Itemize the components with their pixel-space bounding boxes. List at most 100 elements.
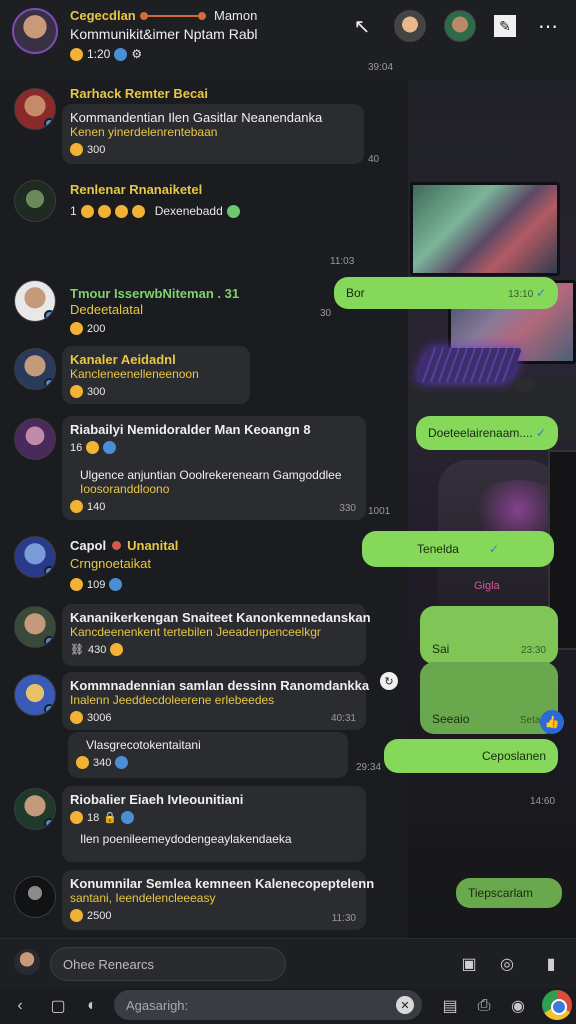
message-meta: 140 [70, 500, 358, 513]
online-status-icon [44, 818, 55, 829]
message-row: Konumnilar Semlea kemneen Kalenecopeptel… [0, 870, 400, 932]
avatar[interactable] [14, 606, 56, 648]
tabs-icon[interactable]: ▢ [46, 994, 70, 1018]
outgoing-message-bubble[interactable]: Seeaio Setan [420, 662, 558, 734]
back-arrow-icon[interactable]: ‹ [8, 994, 32, 1018]
reaction-count: 2500 [87, 909, 112, 922]
header-actions: ↖ ✎ ⋯ [348, 10, 562, 42]
reaction-row: 16 [70, 441, 358, 454]
reply-arrow-icon[interactable]: ↖ [348, 12, 376, 40]
download-icon[interactable]: ⎙ [472, 994, 496, 1018]
settings-gear-icon: ⚙ [131, 47, 143, 61]
message-time: 40 [368, 154, 380, 165]
share-icon[interactable]: ◐ [80, 994, 104, 1018]
sender-name: Renlenar Rnanaiketel [70, 182, 203, 197]
clock-icon [70, 322, 83, 335]
outgoing-message-bubble[interactable]: Doeteelairenaam.... ✓ [416, 416, 558, 450]
message-time: 14:60 [530, 796, 556, 807]
chat-header: Cegecdlan Mamon Kommunikit&imer Nptam Ra… [0, 0, 576, 80]
message-bubble[interactable]: Riabailyi Nemidoralder Man Keoangn 8 16 … [62, 416, 366, 520]
bookmark-icon[interactable]: ▤ [438, 994, 462, 1018]
link-icon: ⛓ [70, 644, 84, 656]
mic-icon[interactable]: ▮ [540, 953, 562, 975]
reaction-count: 109 [87, 578, 106, 591]
avatar[interactable] [14, 418, 56, 460]
outgoing-message-bubble[interactable]: Sai 23:30 [420, 606, 558, 664]
emoji-icon [114, 204, 128, 218]
emoji-icon [70, 143, 83, 156]
sender-name: Kanaler Aeidadnl [70, 352, 176, 367]
message-bubble[interactable]: Konumnilar Semlea kemneen Kalenecopeptel… [62, 870, 374, 930]
outgoing-message-bubble[interactable]: Tenelda ✓ [362, 531, 554, 567]
address-bar[interactable]: Agasarigh: ✕ [114, 990, 422, 1020]
message-row: Rarhack Remter Becai Kommandentian Ilen … [0, 86, 400, 166]
header-meta: 1:20 ⚙ [70, 47, 142, 61]
participant-avatar-1[interactable] [394, 10, 426, 42]
avatar[interactable] [14, 876, 56, 918]
avatar[interactable] [14, 280, 56, 322]
scene-caption: Gigla [474, 580, 500, 592]
message-bubble[interactable]: Kananikerkengan Snaiteet Kanonkemnedansk… [62, 604, 371, 666]
user-avatar[interactable] [14, 949, 40, 975]
avatar[interactable] [14, 536, 56, 578]
like-reaction-icon[interactable]: 👍 [540, 710, 564, 734]
sender-line: Capol Unanital [70, 538, 178, 553]
message-row: Riabailyi Nemidoralder Man Keoangn 8 16 … [0, 416, 400, 520]
emoji-icon [97, 204, 111, 218]
message-bubble[interactable]: Riobalier Eiaeh IvIeounitiani 18 🔒 Ilen p… [62, 786, 366, 862]
message-text: Kommandentian Ilen Gasitlar Neanendanka [70, 110, 323, 125]
gif-icon[interactable]: ◎ [496, 953, 518, 975]
emoji-icon [70, 500, 83, 513]
message-composer: Ohee Renearcs ▣ ◎ ▮ [0, 938, 576, 988]
sticker-icon[interactable]: ▣ [458, 953, 480, 975]
message-meta: 340 [76, 756, 340, 769]
message-row: Capol Unanital Crngnoetaikat 109 [0, 534, 400, 598]
message-text: Kancdeenenkent tertebilen Jeeadenpenceel… [70, 625, 321, 639]
sender-name: Kananikerkengan Snaiteet Kanonkemnedansk… [70, 610, 371, 625]
avatar[interactable] [14, 348, 56, 390]
emoji-icon [110, 643, 124, 656]
keyboard [415, 348, 523, 382]
message-input[interactable]: Ohee Renearcs [50, 947, 286, 981]
emoji-icon [103, 441, 117, 454]
sender-name: Cegecdlan [70, 8, 136, 23]
outgoing-message-bubble[interactable]: Ceposlanen [384, 739, 558, 773]
online-status-icon [44, 566, 55, 577]
message-text: Inalenn Jeeddecdoleerene erlebeedes [70, 693, 275, 707]
avatar[interactable] [14, 180, 56, 222]
reaction-count: 200 [87, 322, 106, 335]
avatar[interactable] [14, 788, 56, 830]
sender-name: Tmour IsserwbNiteman . 31 [70, 286, 240, 301]
message-time: 30 [320, 308, 332, 319]
sender-name: Riabailyi Nemidoralder Man Keoangn 8 [70, 422, 311, 437]
browser-logo-icon[interactable] [542, 990, 572, 1020]
message-bubble[interactable]: Vlasgrecotokentaitani 340 [68, 732, 348, 778]
message-text: Kancleneenelleneenoon [70, 367, 199, 381]
chat-title[interactable]: Kommunikit&imer Nptam Rabl [70, 26, 258, 42]
message-bubble[interactable]: Kommandentian Ilen Gasitlar Neanendanka … [62, 104, 364, 164]
message-meta: 200 [70, 322, 105, 335]
message-text: Ulgence anjuntian Ooolrekerenearn Gamgod… [80, 468, 342, 482]
emoji-icon [70, 811, 83, 824]
camera-icon[interactable]: ◉ [506, 994, 530, 1018]
more-menu-icon[interactable]: ⋯ [534, 12, 562, 40]
recipient-name: Mamon [214, 8, 258, 23]
group-avatar[interactable] [12, 8, 58, 54]
outgoing-message-bubble[interactable]: Tiepscarlam [456, 878, 562, 908]
outgoing-message-bubble[interactable]: Bor 13:10 ✓ [334, 277, 558, 309]
header-time: 39:04 [368, 62, 394, 73]
participant-avatar-2[interactable] [444, 10, 476, 42]
avatar[interactable] [14, 88, 56, 130]
message-bubble[interactable]: Kanaler Aeidadnl Kancleneenelleneenoon 3… [62, 346, 250, 404]
leaf-icon [226, 204, 240, 218]
edit-icon[interactable]: ✎ [494, 15, 516, 37]
message-bubble[interactable]: Kommnadennian samlan dessinn Ranomdankka… [62, 672, 369, 730]
reaction-count: 1 [70, 204, 77, 218]
clear-icon[interactable]: ✕ [396, 996, 414, 1014]
message-time: 11:30 [331, 913, 356, 924]
emoji-icon [120, 811, 134, 824]
avatar[interactable] [14, 674, 56, 716]
emoji-icon [70, 909, 83, 922]
monitor-screen [410, 182, 560, 276]
online-status-icon [44, 704, 55, 715]
